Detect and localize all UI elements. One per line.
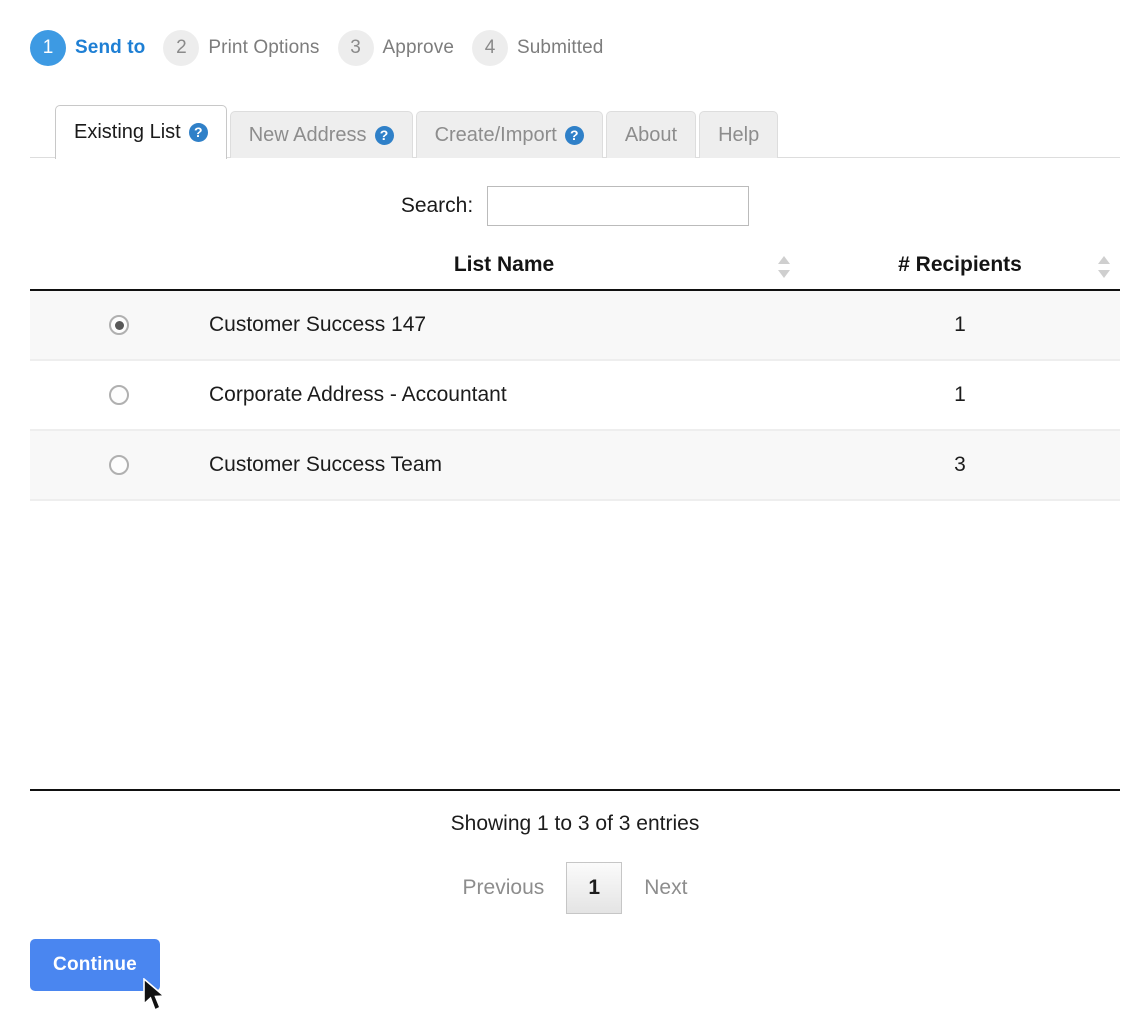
- column-header-select: [30, 245, 208, 291]
- table-row[interactable]: Customer Success 147 1: [30, 290, 1120, 361]
- wizard-step-print-options[interactable]: 2 Print Options: [163, 30, 319, 66]
- row-radio-button[interactable]: [109, 385, 129, 406]
- tab-strip: Existing List ? New Address ? Create/Imp…: [30, 105, 1120, 159]
- sort-arrows-icon[interactable]: [778, 256, 790, 278]
- row-select-cell[interactable]: [30, 430, 208, 501]
- wizard-step-label: Submitted: [516, 37, 604, 58]
- sort-arrows-icon[interactable]: [1098, 256, 1110, 278]
- wizard-step-label: Print Options: [208, 37, 320, 58]
- wizard-step-label: Approve: [382, 37, 454, 58]
- continue-button[interactable]: Continue: [30, 939, 160, 991]
- column-header-list-name[interactable]: List Name: [208, 245, 800, 291]
- tab-existing-list[interactable]: Existing List ?: [55, 105, 227, 159]
- row-recipient-count: 1: [800, 290, 1120, 361]
- tab-list: Existing List ? New Address ? Create/Imp…: [55, 105, 781, 159]
- wizard-step-submitted[interactable]: 4 Submitted: [471, 30, 604, 66]
- pagination-previous[interactable]: Previous: [441, 876, 567, 900]
- list-table-body: Customer Success 147 1 Corporate Address…: [30, 290, 1120, 501]
- wizard-step-number: 1: [30, 30, 66, 66]
- showing-entries-text: Showing 1 to 3 of 3 entries: [450, 812, 700, 835]
- pagination: Previous 1 Next: [30, 862, 1120, 914]
- help-circle-icon[interactable]: ?: [374, 125, 394, 145]
- column-header-recipients[interactable]: # Recipients: [800, 245, 1120, 291]
- row-list-name: Customer Success Team: [208, 430, 800, 501]
- tab-about[interactable]: About: [605, 111, 697, 158]
- wizard-step-approve[interactable]: 3 Approve: [337, 30, 454, 66]
- wizard-step-label: Send to: [75, 37, 146, 58]
- search-label: Search:: [400, 194, 474, 217]
- search-row: Search:: [30, 186, 1120, 226]
- tab-label: Existing List: [74, 121, 181, 143]
- search-input[interactable]: [487, 186, 750, 226]
- row-radio-button[interactable]: [109, 315, 129, 336]
- tab-create-import[interactable]: Create/Import ?: [415, 111, 603, 158]
- row-list-name: Corporate Address - Accountant: [208, 360, 800, 431]
- help-circle-icon[interactable]: ?: [564, 125, 584, 145]
- list-table-container: List Name # Recipients Customer Success …: [30, 245, 1120, 501]
- tab-label: Help: [718, 123, 760, 146]
- table-header-row: List Name # Recipients: [30, 245, 1120, 291]
- help-circle-icon[interactable]: ?: [188, 123, 208, 142]
- row-select-cell[interactable]: [30, 290, 208, 361]
- row-recipient-count: 1: [800, 360, 1120, 431]
- tab-label: New Address: [248, 123, 367, 146]
- row-radio-button[interactable]: [109, 455, 129, 476]
- wizard-step-number: 3: [337, 30, 374, 66]
- pagination-next[interactable]: Next: [622, 876, 709, 900]
- wizard-step-number: 4: [471, 30, 508, 66]
- list-table-head: List Name # Recipients: [30, 245, 1120, 291]
- table-bottom-divider: [30, 789, 1120, 791]
- pagination-page-1[interactable]: 1: [566, 862, 623, 914]
- list-table: List Name # Recipients Customer Success …: [30, 245, 1120, 501]
- column-header-label: List Name: [453, 253, 555, 276]
- row-select-cell[interactable]: [30, 360, 208, 431]
- row-list-name: Customer Success 147: [208, 290, 800, 361]
- wizard-step-send-to[interactable]: 1 Send to: [30, 30, 145, 66]
- tab-label: Create/Import: [434, 123, 557, 146]
- table-row[interactable]: Corporate Address - Accountant 1: [30, 360, 1120, 431]
- wizard-steps: 1 Send to 2 Print Options 3 Approve 4 Su…: [30, 26, 621, 70]
- row-recipient-count: 3: [800, 430, 1120, 501]
- tab-label: About: [624, 123, 678, 146]
- column-header-label: # Recipients: [898, 253, 1022, 276]
- table-row[interactable]: Customer Success Team 3: [30, 430, 1120, 501]
- wizard-step-number: 2: [163, 30, 200, 66]
- tab-help[interactable]: Help: [699, 111, 779, 158]
- tab-new-address[interactable]: New Address ?: [229, 111, 413, 158]
